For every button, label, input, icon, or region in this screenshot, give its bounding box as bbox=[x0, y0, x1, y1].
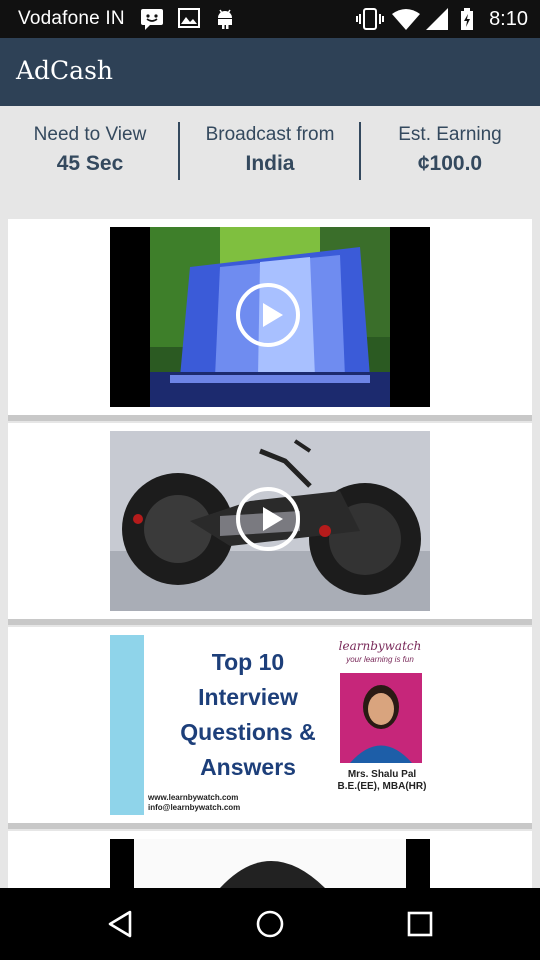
carrier-name: Vodafone IN bbox=[18, 8, 125, 29]
stats-panel: Need to View 45 Sec Broadcast from India… bbox=[0, 106, 540, 216]
video-card[interactable] bbox=[8, 423, 532, 625]
video-card[interactable]: Top 10 Interview Questions & Answers lea… bbox=[8, 627, 532, 829]
navigation-bar bbox=[0, 888, 540, 960]
slide-email: info@learnbywatch.com bbox=[148, 803, 241, 812]
stat-broadcast: Broadcast from India bbox=[180, 124, 360, 176]
home-icon[interactable] bbox=[254, 908, 286, 945]
presenter-name: Mrs. Shalu Pal bbox=[347, 769, 417, 780]
stat-earning: Est. Earning ¢100.0 bbox=[360, 124, 540, 176]
play-icon[interactable] bbox=[236, 487, 300, 551]
slide-heading: Top 10 Interview Questions & Answers bbox=[180, 649, 316, 780]
stat-label: Broadcast from bbox=[205, 124, 335, 145]
status-bar: Vodafone IN 8:10 bbox=[0, 0, 540, 38]
message-icon bbox=[140, 8, 164, 35]
stat-value: ¢100.0 bbox=[417, 152, 483, 175]
video-thumbnail[interactable] bbox=[110, 227, 430, 407]
video-card[interactable] bbox=[8, 831, 532, 888]
play-icon[interactable] bbox=[236, 283, 300, 347]
portrait-image bbox=[110, 839, 430, 888]
slide-website: www.learnbywatch.com bbox=[148, 793, 239, 802]
decorative-stripe bbox=[110, 635, 144, 815]
image-icon bbox=[178, 8, 200, 33]
wifi-icon bbox=[392, 8, 420, 35]
stat-view-time: Need to View 45 Sec bbox=[0, 124, 180, 176]
stat-label: Need to View bbox=[33, 124, 147, 145]
stat-label: Est. Earning bbox=[398, 124, 502, 145]
video-thumbnail[interactable] bbox=[110, 839, 430, 888]
stat-value: 45 Sec bbox=[56, 152, 124, 175]
app-bar: AdCash bbox=[0, 38, 540, 106]
signal-icon bbox=[426, 8, 448, 35]
stat-value: India bbox=[245, 152, 295, 175]
battery-icon bbox=[460, 8, 474, 35]
vibrate-icon bbox=[356, 8, 384, 35]
presenter-credentials: B.E.(EE), MBA(HR) bbox=[337, 781, 427, 792]
android-icon bbox=[214, 8, 236, 35]
app-title: AdCash bbox=[16, 56, 114, 85]
clock: 8:10 bbox=[489, 8, 528, 30]
presenter-photo bbox=[340, 673, 422, 763]
video-card[interactable] bbox=[8, 219, 532, 421]
brand-tagline: your learning is fun bbox=[346, 655, 414, 664]
video-thumbnail[interactable] bbox=[110, 431, 430, 611]
video-thumbnail[interactable]: Top 10 Interview Questions & Answers lea… bbox=[110, 635, 430, 815]
recents-icon[interactable] bbox=[404, 908, 436, 945]
brand-logo: learnbywatch bbox=[338, 639, 422, 653]
back-icon[interactable] bbox=[104, 908, 136, 945]
